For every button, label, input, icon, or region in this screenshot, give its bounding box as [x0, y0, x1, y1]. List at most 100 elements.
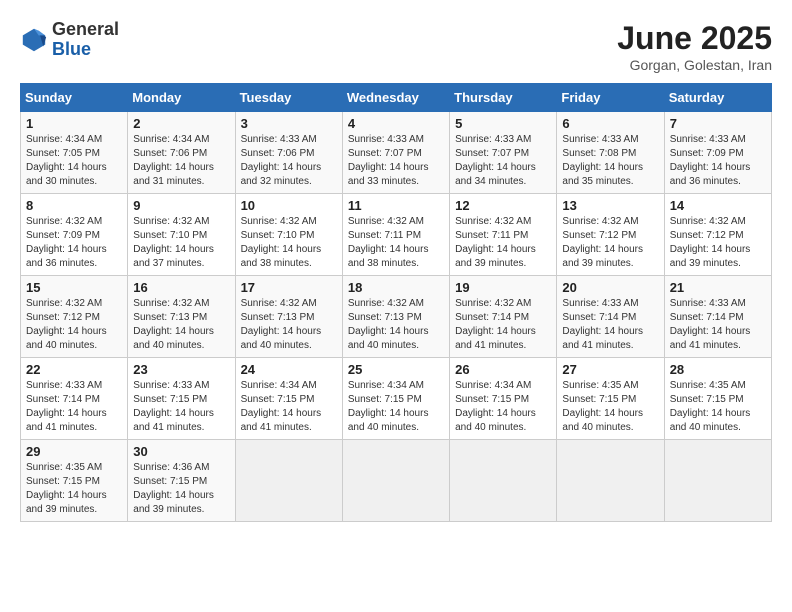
location-text: Gorgan, Golestan, Iran — [617, 57, 772, 73]
logo-text: General Blue — [52, 20, 119, 60]
day-info: Sunrise: 4:33 AMSunset: 7:15 PMDaylight:… — [133, 380, 214, 433]
table-row — [342, 440, 449, 522]
day-info: Sunrise: 4:32 AMSunset: 7:11 PMDaylight:… — [455, 216, 536, 269]
table-row: 30 Sunrise: 4:36 AMSunset: 7:15 PMDaylig… — [128, 440, 235, 522]
header-sunday: Sunday — [21, 84, 128, 112]
table-row: 9 Sunrise: 4:32 AMSunset: 7:10 PMDayligh… — [128, 194, 235, 276]
month-year-title: June 2025 — [617, 20, 772, 57]
day-number: 23 — [133, 362, 229, 377]
day-info: Sunrise: 4:34 AMSunset: 7:06 PMDaylight:… — [133, 134, 214, 187]
header-thursday: Thursday — [450, 84, 557, 112]
day-number: 12 — [455, 198, 551, 213]
day-number: 29 — [26, 444, 122, 459]
day-number: 10 — [241, 198, 337, 213]
day-info: Sunrise: 4:34 AMSunset: 7:05 PMDaylight:… — [26, 134, 107, 187]
page-header: General Blue June 2025 Gorgan, Golestan,… — [20, 20, 772, 73]
table-row: 7 Sunrise: 4:33 AMSunset: 7:09 PMDayligh… — [664, 112, 771, 194]
header-saturday: Saturday — [664, 84, 771, 112]
table-row: 14 Sunrise: 4:32 AMSunset: 7:12 PMDaylig… — [664, 194, 771, 276]
day-info: Sunrise: 4:33 AMSunset: 7:07 PMDaylight:… — [455, 134, 536, 187]
day-info: Sunrise: 4:35 AMSunset: 7:15 PMDaylight:… — [562, 380, 643, 433]
day-number: 7 — [670, 116, 766, 131]
day-number: 11 — [348, 198, 444, 213]
day-info: Sunrise: 4:32 AMSunset: 7:12 PMDaylight:… — [26, 298, 107, 351]
day-info: Sunrise: 4:32 AMSunset: 7:13 PMDaylight:… — [241, 298, 322, 351]
table-row — [235, 440, 342, 522]
table-row: 15 Sunrise: 4:32 AMSunset: 7:12 PMDaylig… — [21, 276, 128, 358]
table-row: 29 Sunrise: 4:35 AMSunset: 7:15 PMDaylig… — [21, 440, 128, 522]
day-number: 15 — [26, 280, 122, 295]
table-row: 21 Sunrise: 4:33 AMSunset: 7:14 PMDaylig… — [664, 276, 771, 358]
table-row: 24 Sunrise: 4:34 AMSunset: 7:15 PMDaylig… — [235, 358, 342, 440]
day-number: 1 — [26, 116, 122, 131]
header-friday: Friday — [557, 84, 664, 112]
table-row: 19 Sunrise: 4:32 AMSunset: 7:14 PMDaylig… — [450, 276, 557, 358]
day-info: Sunrise: 4:33 AMSunset: 7:14 PMDaylight:… — [26, 380, 107, 433]
day-info: Sunrise: 4:33 AMSunset: 7:07 PMDaylight:… — [348, 134, 429, 187]
calendar-week-row: 1 Sunrise: 4:34 AMSunset: 7:05 PMDayligh… — [21, 112, 772, 194]
calendar-table: Sunday Monday Tuesday Wednesday Thursday… — [20, 83, 772, 522]
day-info: Sunrise: 4:35 AMSunset: 7:15 PMDaylight:… — [26, 462, 107, 515]
day-info: Sunrise: 4:32 AMSunset: 7:09 PMDaylight:… — [26, 216, 107, 269]
table-row: 20 Sunrise: 4:33 AMSunset: 7:14 PMDaylig… — [557, 276, 664, 358]
day-number: 13 — [562, 198, 658, 213]
day-info: Sunrise: 4:32 AMSunset: 7:14 PMDaylight:… — [455, 298, 536, 351]
logo-blue-text: Blue — [52, 40, 119, 60]
day-info: Sunrise: 4:32 AMSunset: 7:10 PMDaylight:… — [133, 216, 214, 269]
day-info: Sunrise: 4:33 AMSunset: 7:09 PMDaylight:… — [670, 134, 751, 187]
day-number: 3 — [241, 116, 337, 131]
header-wednesday: Wednesday — [342, 84, 449, 112]
table-row: 16 Sunrise: 4:32 AMSunset: 7:13 PMDaylig… — [128, 276, 235, 358]
table-row: 8 Sunrise: 4:32 AMSunset: 7:09 PMDayligh… — [21, 194, 128, 276]
header-tuesday: Tuesday — [235, 84, 342, 112]
title-block: June 2025 Gorgan, Golestan, Iran — [617, 20, 772, 73]
logo: General Blue — [20, 20, 119, 60]
logo-general-text: General — [52, 20, 119, 40]
table-row: 28 Sunrise: 4:35 AMSunset: 7:15 PMDaylig… — [664, 358, 771, 440]
day-info: Sunrise: 4:35 AMSunset: 7:15 PMDaylight:… — [670, 380, 751, 433]
day-number: 6 — [562, 116, 658, 131]
day-number: 17 — [241, 280, 337, 295]
table-row: 12 Sunrise: 4:32 AMSunset: 7:11 PMDaylig… — [450, 194, 557, 276]
day-info: Sunrise: 4:33 AMSunset: 7:14 PMDaylight:… — [670, 298, 751, 351]
table-row: 18 Sunrise: 4:32 AMSunset: 7:13 PMDaylig… — [342, 276, 449, 358]
day-number: 2 — [133, 116, 229, 131]
day-number: 22 — [26, 362, 122, 377]
day-number: 27 — [562, 362, 658, 377]
table-row: 13 Sunrise: 4:32 AMSunset: 7:12 PMDaylig… — [557, 194, 664, 276]
day-number: 8 — [26, 198, 122, 213]
day-number: 18 — [348, 280, 444, 295]
day-info: Sunrise: 4:32 AMSunset: 7:11 PMDaylight:… — [348, 216, 429, 269]
day-number: 25 — [348, 362, 444, 377]
header-monday: Monday — [128, 84, 235, 112]
table-row: 2 Sunrise: 4:34 AMSunset: 7:06 PMDayligh… — [128, 112, 235, 194]
table-row: 26 Sunrise: 4:34 AMSunset: 7:15 PMDaylig… — [450, 358, 557, 440]
calendar-week-row: 22 Sunrise: 4:33 AMSunset: 7:14 PMDaylig… — [21, 358, 772, 440]
table-row — [557, 440, 664, 522]
day-number: 9 — [133, 198, 229, 213]
day-number: 20 — [562, 280, 658, 295]
day-number: 5 — [455, 116, 551, 131]
day-info: Sunrise: 4:32 AMSunset: 7:12 PMDaylight:… — [670, 216, 751, 269]
day-info: Sunrise: 4:34 AMSunset: 7:15 PMDaylight:… — [455, 380, 536, 433]
day-number: 21 — [670, 280, 766, 295]
day-info: Sunrise: 4:32 AMSunset: 7:13 PMDaylight:… — [348, 298, 429, 351]
table-row: 27 Sunrise: 4:35 AMSunset: 7:15 PMDaylig… — [557, 358, 664, 440]
day-number: 19 — [455, 280, 551, 295]
calendar-week-row: 29 Sunrise: 4:35 AMSunset: 7:15 PMDaylig… — [21, 440, 772, 522]
day-info: Sunrise: 4:34 AMSunset: 7:15 PMDaylight:… — [348, 380, 429, 433]
day-number: 28 — [670, 362, 766, 377]
table-row: 1 Sunrise: 4:34 AMSunset: 7:05 PMDayligh… — [21, 112, 128, 194]
day-number: 24 — [241, 362, 337, 377]
day-info: Sunrise: 4:32 AMSunset: 7:10 PMDaylight:… — [241, 216, 322, 269]
day-info: Sunrise: 4:32 AMSunset: 7:13 PMDaylight:… — [133, 298, 214, 351]
table-row: 11 Sunrise: 4:32 AMSunset: 7:11 PMDaylig… — [342, 194, 449, 276]
table-row: 10 Sunrise: 4:32 AMSunset: 7:10 PMDaylig… — [235, 194, 342, 276]
logo-icon — [20, 26, 48, 54]
day-number: 30 — [133, 444, 229, 459]
table-row: 4 Sunrise: 4:33 AMSunset: 7:07 PMDayligh… — [342, 112, 449, 194]
table-row: 25 Sunrise: 4:34 AMSunset: 7:15 PMDaylig… — [342, 358, 449, 440]
calendar-week-row: 15 Sunrise: 4:32 AMSunset: 7:12 PMDaylig… — [21, 276, 772, 358]
table-row: 5 Sunrise: 4:33 AMSunset: 7:07 PMDayligh… — [450, 112, 557, 194]
day-info: Sunrise: 4:33 AMSunset: 7:14 PMDaylight:… — [562, 298, 643, 351]
